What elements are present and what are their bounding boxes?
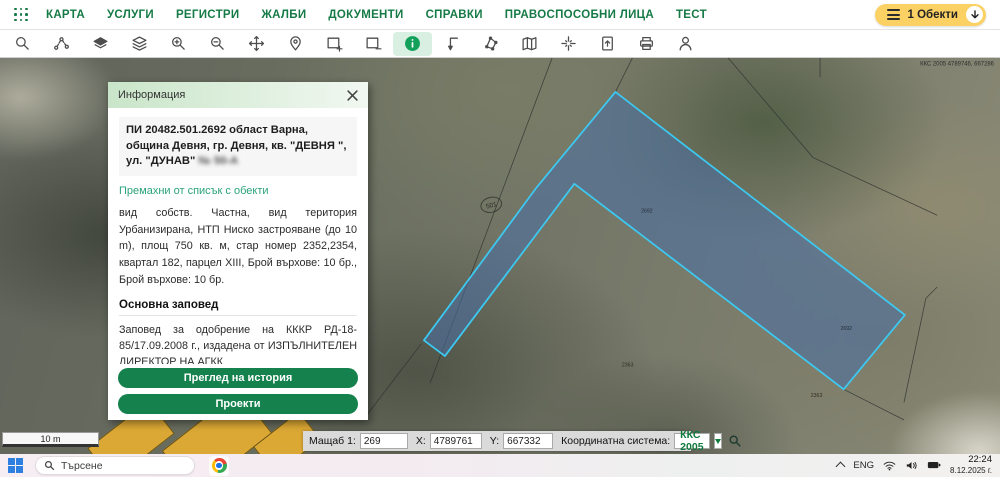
wifi-icon[interactable] [883,460,896,471]
windows-taskbar: Търсене ENG 22:24 8.12.2025 г. [0,454,1000,477]
measure-icon[interactable] [432,32,471,56]
map-coordinates-label: ККС 2005 4789746, 667286 [920,60,994,67]
scale-label: Мащаб 1: [309,435,356,447]
map-status-bar: Мащаб 1: X: Y: Координатна система: ККС … [303,429,741,453]
info-tool-icon[interactable] [393,31,432,56]
chrome-icon[interactable] [209,455,229,476]
nav-item-uslugi[interactable]: УСЛУГИ [107,9,154,21]
nav-item-test[interactable]: ТЕСТ [676,9,707,21]
split-icon[interactable] [549,32,588,56]
parcel-label: 2692 [641,209,653,215]
hamburger-icon [886,9,900,20]
app-window: КАРТА УСЛУГИ РЕГИСТРИ ЖАЛБИ ДОКУМЕНТИ СП… [0,0,1000,477]
x-coordinate-input[interactable] [429,433,482,449]
tray-chevron-icon[interactable] [835,462,846,472]
top-nav: КАРТА УСЛУГИ РЕГИСТРИ ЖАЛБИ ДОКУМЕНТИ СП… [0,0,1000,30]
neighbor-parcel-label: 2363 [811,393,823,399]
nav-item-dokumenti[interactable]: ДОКУМЕНТИ [328,9,403,21]
map-toolbar [0,30,1000,58]
system-tray: ENG 22:24 8.12.2025 г. [835,454,1000,476]
export-document-icon[interactable] [588,32,627,56]
app-grid-icon[interactable] [14,7,28,22]
info-panel: Информация ПИ 20482.501.2692 област Варн… [108,82,368,420]
info-panel-header: Информация [108,82,368,108]
nav-item-registri[interactable]: РЕГИСТРИ [176,9,240,21]
battery-icon[interactable] [927,460,941,470]
map-sheets-icon[interactable] [510,32,549,56]
x-label: X: [415,435,426,447]
select-rect-remove-icon[interactable] [354,32,393,56]
crs-label: Координатна система: [561,435,671,447]
projects-button[interactable]: Проекти [118,394,358,414]
layers-icon[interactable] [120,32,159,56]
nav-item-spravki[interactable]: СПРАВКИ [426,9,483,21]
nav-item-pravosposobni-litsa[interactable]: ПРАВОСПОСОБНИ ЛИЦА [505,9,654,21]
objects-button-label: 1 Обекти [907,8,959,21]
clock-date: 8.12.2025 г. [950,466,992,476]
nav-item-zhalbi[interactable]: ЖАЛБИ [261,9,306,21]
taskbar-clock[interactable]: 22:24 8.12.2025 г. [950,454,992,476]
parcel-details-text: вид собств. Частна, вид територия Урбани… [119,207,357,286]
start-button-icon[interactable] [8,458,23,473]
remove-from-list-link[interactable]: Премахни от списък с обекти [119,185,357,197]
print-icon[interactable] [627,32,666,56]
coordinate-search-icon[interactable] [728,434,742,448]
user-icon[interactable] [666,32,705,56]
parcel-label: 2692 [840,326,852,332]
nav-item-karta[interactable]: КАРТА [46,9,85,21]
zone-label: 501 [485,201,498,211]
select-polygon-icon[interactable] [471,32,510,56]
close-icon[interactable] [347,89,358,101]
basemap-icon[interactable] [81,32,120,56]
parcel-title: ПИ 20482.501.2692 област Варна, община Д… [119,117,357,177]
select-rect-add-icon[interactable] [315,32,354,56]
language-indicator[interactable]: ENG [853,460,874,471]
taskbar-search-placeholder: Търсене [61,459,103,472]
order-section-heading: Основна заповед [119,299,357,316]
neighbor-parcel-label: 2363 [622,363,634,369]
zoom-out-icon[interactable] [198,32,237,56]
y-label: Y: [489,435,500,447]
taskbar-search-icon [44,460,55,471]
objects-button[interactable]: 1 Обекти [874,3,986,26]
history-button[interactable]: Преглед на история [118,368,358,388]
map-canvas[interactable]: 501 2692 2692 2363 2363 ККС 2005 4789746… [0,57,1000,454]
search-icon[interactable] [3,32,42,56]
clock-time: 22:24 [968,454,992,466]
y-coordinate-input[interactable] [503,433,554,449]
scale-bar-label: 10 m [40,433,61,444]
pan-icon[interactable] [237,32,276,56]
speaker-icon[interactable] [905,460,918,471]
location-pin-icon[interactable] [276,32,315,56]
route-icon[interactable] [42,32,81,56]
crs-dropdown-icon[interactable] [713,433,722,449]
scale-input[interactable] [359,433,408,449]
info-panel-body: ПИ 20482.501.2692 област Варна, община Д… [108,108,368,364]
zoom-in-icon[interactable] [159,32,198,56]
selected-parcel-polygon[interactable] [423,91,906,391]
taskbar-search[interactable]: Търсене [35,456,195,475]
order-text: Заповед за одобрение на КККР РД-18-85/17… [119,323,357,364]
info-panel-title: Информация [118,89,186,101]
parcel-title-redacted: № 50-А [198,155,239,168]
scale-bar: 10 m [2,432,99,447]
download-arrow-icon[interactable] [966,6,983,23]
crs-value[interactable]: ККС 2005 [674,429,710,453]
